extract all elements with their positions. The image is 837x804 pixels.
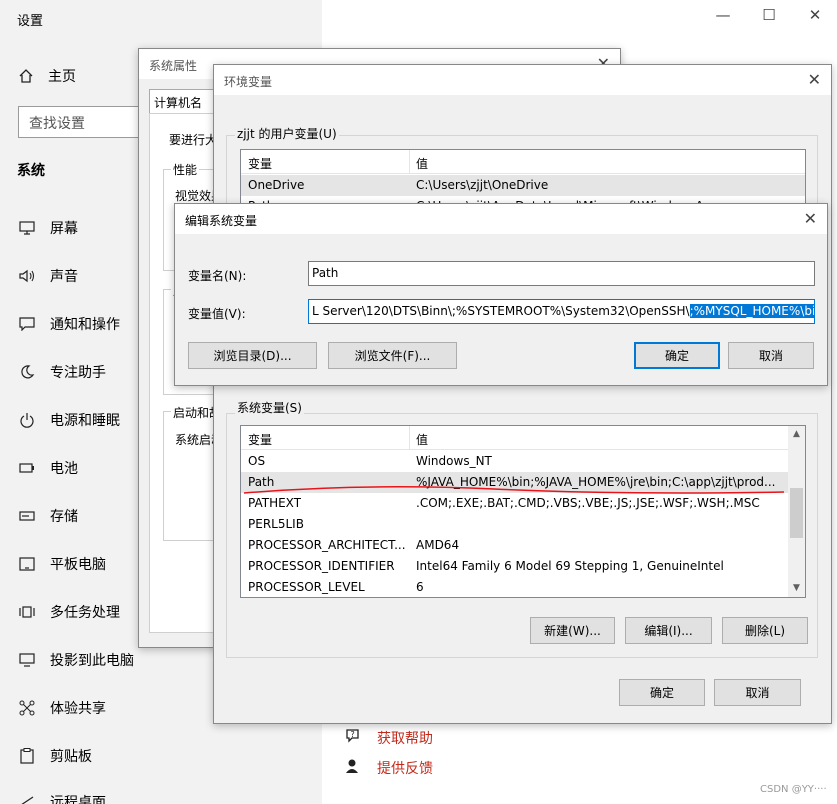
nav-label: 通知和操作 [50, 317, 120, 333]
name-label: 变量名(N): [188, 269, 247, 283]
moon-icon [18, 363, 36, 381]
value-label: 变量值(V): [188, 307, 246, 321]
minimize-button[interactable]: — [708, 6, 738, 24]
feedback-icon [345, 758, 365, 778]
nav-battery[interactable]: 电池 [18, 456, 78, 480]
power-icon [18, 411, 36, 429]
info-text: 要进行大 [169, 133, 218, 147]
clipboard-icon [18, 747, 36, 765]
new-button[interactable]: 新建(W)... [530, 617, 615, 644]
nav-label: 屏幕 [50, 221, 78, 237]
value-selected-text: ;%MYSQL_HOME%\bin [689, 304, 814, 318]
nav-remote-desktop[interactable]: 远程桌面 [18, 790, 106, 804]
share-icon [18, 699, 36, 717]
svg-text:?: ? [351, 730, 355, 739]
delete-button[interactable]: 删除(L) [722, 617, 808, 644]
nav-label: 远程桌面 [50, 795, 106, 804]
nav-label: 声音 [50, 269, 78, 285]
get-help-label: 获取帮助 [377, 731, 433, 747]
battery-icon [18, 459, 36, 477]
variable-name-input[interactable]: Path [308, 261, 815, 286]
get-help-link[interactable]: ? 获取帮助 [345, 728, 433, 748]
nav-label: 电源和睡眠 [50, 413, 120, 429]
home-icon [19, 69, 33, 83]
home-label: 主页 [48, 69, 76, 85]
settings-title: 设置 [17, 14, 44, 29]
nav-shared-experiences[interactable]: 体验共享 [18, 696, 106, 720]
speaker-icon [18, 267, 36, 285]
nav-clipboard[interactable]: 剪贴板 [18, 744, 92, 768]
value-text: L Server\120\DTS\Binn\;%SYSTEMROOT%\Syst… [312, 304, 690, 318]
nav-label: 投影到此电脑 [50, 653, 134, 669]
environment-variables-dialog: 环境变量 ✕ zjjt 的用户变量(U) 变量 值 OneDrive C:\Use… [213, 64, 832, 724]
nav-label: 多任务处理 [50, 605, 120, 621]
nav-display[interactable]: 屏幕 [18, 216, 78, 240]
nav-notifications[interactable]: 通知和操作 [18, 312, 120, 336]
edit-button[interactable]: 编辑(I)... [625, 617, 712, 644]
browse-file-button[interactable]: 浏览文件(F)... [328, 342, 457, 369]
nav-power-sleep[interactable]: 电源和睡眠 [18, 408, 120, 432]
nav-label: 剪贴板 [50, 749, 92, 765]
nav-project[interactable]: 投影到此电脑 [18, 648, 134, 672]
tab-computer-name[interactable]: 计算机名 [149, 89, 219, 113]
nav-label: 专注助手 [50, 365, 106, 381]
storage-icon [18, 507, 36, 525]
browse-directory-button[interactable]: 浏览目录(D)... [188, 342, 317, 369]
ok-button[interactable]: 确定 [619, 679, 705, 706]
home-nav[interactable]: 主页 [18, 66, 76, 86]
edit-system-variable-dialog: 编辑系统变量 ✕ 变量名(N): Path 变量值(V): L Server\12… [174, 203, 828, 386]
nav-label: 电池 [50, 461, 78, 477]
monitor-icon [18, 219, 36, 237]
nav-sound[interactable]: 声音 [18, 264, 78, 288]
project-icon [18, 651, 36, 669]
dialog-title: 编辑系统变量 ✕ [175, 204, 827, 234]
cancel-button[interactable]: 取消 [728, 342, 814, 369]
performance-label: 性能 [171, 161, 200, 178]
feedback-link[interactable]: 提供反馈 [345, 758, 433, 778]
multitask-icon [18, 603, 36, 621]
tablet-icon [18, 555, 36, 573]
nav-label: 体验共享 [50, 701, 106, 717]
nav-storage[interactable]: 存储 [18, 504, 78, 528]
maximize-button[interactable]: ☐ [754, 6, 784, 24]
nav-label: 平板电脑 [50, 557, 106, 573]
remote-icon [18, 793, 36, 804]
ok-button[interactable]: 确定 [634, 342, 720, 369]
section-title: 系统 [17, 163, 45, 179]
nav-multitasking[interactable]: 多任务处理 [18, 600, 120, 624]
nav-focus-assist[interactable]: 专注助手 [18, 360, 106, 384]
close-icon[interactable]: ✕ [804, 209, 817, 228]
cancel-button[interactable]: 取消 [714, 679, 801, 706]
close-button[interactable]: ✕ [800, 6, 830, 24]
help-icon: ? [345, 728, 365, 748]
variable-value-input[interactable]: L Server\120\DTS\Binn\;%SYSTEMROOT%\Syst… [308, 299, 815, 324]
watermark: CSDN @YY···· [760, 784, 827, 795]
nav-tablet[interactable]: 平板电脑 [18, 552, 106, 576]
notification-icon [18, 315, 36, 333]
feedback-label: 提供反馈 [377, 761, 433, 777]
nav-label: 存储 [50, 509, 78, 525]
